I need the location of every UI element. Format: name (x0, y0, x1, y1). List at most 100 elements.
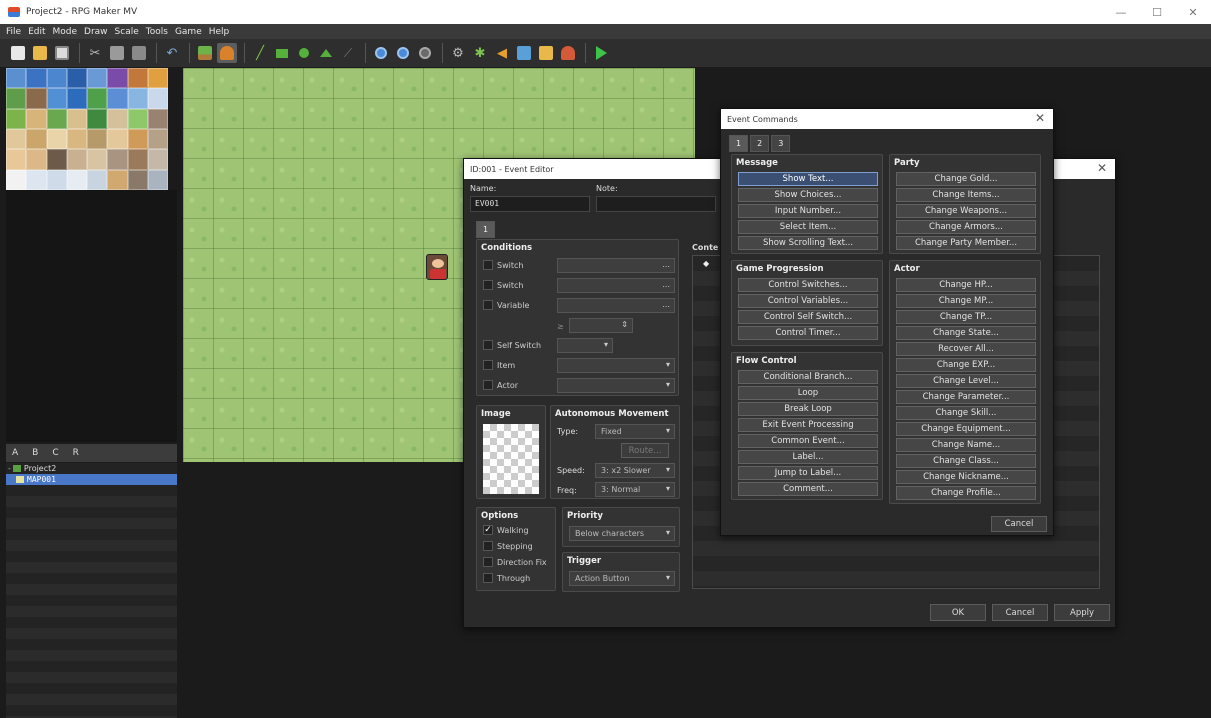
stepper-icon[interactable]: ⇕ (621, 320, 628, 329)
ellipse-icon[interactable] (294, 43, 314, 63)
copy-icon[interactable] (107, 43, 127, 63)
self-switch-select[interactable]: ▾ (557, 338, 613, 353)
page-tab-1[interactable]: 1 (476, 221, 496, 238)
tile[interactable] (147, 88, 168, 109)
tile[interactable] (26, 149, 47, 170)
jump-to-label-button[interactable]: Jump to Label... (738, 466, 878, 480)
through-checkbox[interactable]: Through (483, 573, 530, 583)
control-variables-button[interactable]: Control Variables... (738, 294, 878, 308)
event-commands-cancel-button[interactable]: Cancel (991, 516, 1047, 532)
control-timer-button[interactable]: Control Timer... (738, 326, 878, 340)
menu-draw[interactable]: Draw (84, 27, 108, 37)
menu-scale[interactable]: Scale (115, 27, 139, 37)
walking-checkbox[interactable]: ✓ Walking (483, 525, 529, 535)
speed-select[interactable]: 3: x2 Slower ▾ (595, 463, 675, 478)
tile[interactable] (66, 169, 87, 190)
palette-tab-b[interactable]: B (32, 448, 38, 458)
direction-fix-checkbox[interactable]: Direction Fix (483, 557, 547, 567)
image-preview[interactable] (483, 424, 539, 494)
tile[interactable] (46, 88, 67, 109)
route-button[interactable]: Route... (621, 443, 669, 458)
tile[interactable] (107, 68, 128, 89)
item-checkbox[interactable]: Item (483, 360, 515, 370)
loop-button[interactable]: Loop (738, 386, 878, 400)
undo-icon[interactable]: ↶ (162, 43, 182, 63)
ok-button[interactable]: OK (930, 604, 986, 621)
switch-1-checkbox[interactable]: Switch (483, 260, 523, 270)
event-searcher-icon[interactable] (514, 43, 534, 63)
actor-select[interactable]: ▾ (557, 378, 675, 393)
show-choices-button[interactable]: Show Choices... (738, 188, 878, 202)
zoom-actual-icon[interactable] (415, 43, 435, 63)
tile[interactable] (127, 129, 148, 150)
note-field[interactable] (596, 196, 716, 212)
change-skill-button[interactable]: Change Skill... (896, 406, 1036, 420)
paste-icon[interactable] (129, 43, 149, 63)
change-party-member-button[interactable]: Change Party Member... (896, 236, 1036, 250)
rectangle-icon[interactable] (272, 43, 292, 63)
change-weapons-button[interactable]: Change Weapons... (896, 204, 1036, 218)
exit-event-processing-button[interactable]: Exit Event Processing (738, 418, 878, 432)
tile[interactable] (26, 169, 47, 190)
tile[interactable] (107, 169, 128, 190)
close-icon[interactable]: ✕ (1035, 111, 1045, 125)
change-name-button[interactable]: Change Name... (896, 438, 1036, 452)
menu-edit[interactable]: Edit (28, 27, 45, 37)
tile[interactable] (66, 88, 87, 109)
variable-value-stepper[interactable]: ⇕ (569, 318, 633, 333)
tile[interactable] (66, 68, 87, 89)
self-switch-checkbox[interactable]: Self Switch (483, 340, 541, 350)
variable-checkbox[interactable]: Variable (483, 300, 529, 310)
tile[interactable] (6, 88, 27, 109)
recover-all-button[interactable]: Recover All... (896, 342, 1036, 356)
tile[interactable] (46, 68, 67, 89)
change-class-button[interactable]: Change Class... (896, 454, 1036, 468)
tile[interactable] (26, 108, 47, 129)
comment-button[interactable]: Comment... (738, 482, 878, 496)
tile[interactable] (127, 149, 148, 170)
change-tp-button[interactable]: Change TP... (896, 310, 1036, 324)
tile[interactable] (26, 88, 47, 109)
tile[interactable] (46, 149, 67, 170)
priority-select[interactable]: Below characters ▾ (569, 526, 675, 541)
tile[interactable] (147, 108, 168, 129)
tileset-palette[interactable] (6, 68, 168, 190)
tile[interactable] (147, 68, 168, 89)
tile[interactable] (127, 68, 148, 89)
item-select[interactable]: ▾ (557, 358, 675, 373)
name-field[interactable]: EV001 (470, 196, 590, 212)
common-event-button[interactable]: Common Event... (738, 434, 878, 448)
break-loop-button[interactable]: Break Loop (738, 402, 878, 416)
switch-2-checkbox[interactable]: Switch (483, 280, 523, 290)
tile[interactable] (66, 149, 87, 170)
command-tab-2[interactable]: 2 (750, 135, 770, 152)
actor-checkbox[interactable]: Actor (483, 380, 518, 390)
tile[interactable] (66, 108, 87, 129)
event-character-sprite[interactable] (426, 254, 448, 280)
tile[interactable] (127, 88, 148, 109)
sound-test-icon[interactable]: ◀ (492, 43, 512, 63)
menu-mode[interactable]: Mode (53, 27, 78, 37)
palette-tab-r[interactable]: R (73, 448, 79, 458)
tile[interactable] (147, 149, 168, 170)
save-project-icon[interactable] (52, 43, 72, 63)
resource-manager-icon[interactable] (536, 43, 556, 63)
close-window-button[interactable]: ✕ (1175, 0, 1211, 24)
tile[interactable] (147, 169, 168, 190)
tile[interactable] (46, 169, 67, 190)
conditional-branch-button[interactable]: Conditional Branch... (738, 370, 878, 384)
change-mp-button[interactable]: Change MP... (896, 294, 1036, 308)
switch-2-select[interactable]: ... (557, 278, 675, 293)
zoom-out-icon[interactable] (393, 43, 413, 63)
tile[interactable] (147, 129, 168, 150)
zoom-in-icon[interactable] (371, 43, 391, 63)
tile[interactable] (66, 129, 87, 150)
tile[interactable] (127, 108, 148, 129)
tile[interactable] (87, 108, 108, 129)
show-text-button[interactable]: Show Text... (738, 172, 878, 186)
change-state-button[interactable]: Change State... (896, 326, 1036, 340)
input-number-button[interactable]: Input Number... (738, 204, 878, 218)
tile[interactable] (46, 108, 67, 129)
tile[interactable] (46, 129, 67, 150)
shadow-pen-icon[interactable]: ⟋ (338, 43, 358, 63)
